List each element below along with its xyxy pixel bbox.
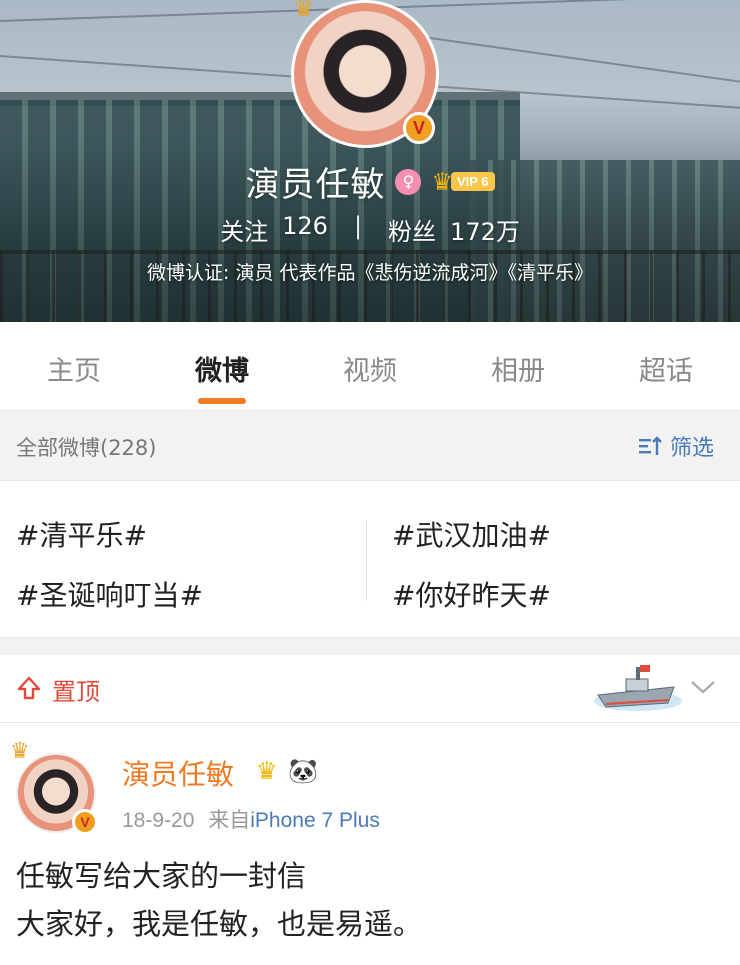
profile-tabs: 主页 微博 视频 相册 超话 [0, 322, 740, 410]
post-text-line: 任敏写给大家的一封信 [16, 859, 307, 893]
post-meta: 18-9-20 来自iPhone 7 Plus [122, 804, 380, 834]
followers-label: 粉丝 [388, 218, 437, 246]
followers-stat[interactable]: 粉丝 172万 [388, 212, 520, 247]
topic-item[interactable]: #武汉加油# [392, 514, 551, 554]
stats-separator: | [353, 212, 363, 240]
stats-row: 关注 126 | 粉丝 172万 [0, 212, 740, 247]
section-divider [0, 637, 740, 655]
tab-weibo[interactable]: 微博 [148, 322, 296, 410]
post-card: ♛ V 演员任敏 ♛ 🐼 18-9-20 来自iPhone 7 Plus 任敏写… [0, 723, 740, 965]
tab-video[interactable]: 视频 [296, 322, 444, 410]
vip-level: VIP 6 [450, 172, 495, 191]
topic-item[interactable]: #圣诞响叮当# [16, 574, 203, 614]
vip-crown-icon: ♛ [256, 757, 278, 785]
panda-icon: 🐼 [288, 757, 318, 785]
crown-icon: ♛ [10, 739, 30, 764]
profile-name: 演员任敏 [245, 165, 386, 205]
topic-grid: #清平乐# #武汉加油# #圣诞响叮当# #你好昨天# [0, 481, 740, 637]
topics-divider [366, 521, 367, 601]
following-stat[interactable]: 关注 126 [220, 212, 328, 247]
post-source-prefix: 来自 [208, 809, 251, 832]
post-text-line: 大家好，我是任敏，也是易遥。 [16, 907, 423, 941]
filter-button[interactable]: 筛选 [638, 430, 714, 462]
vip-crown-icon: ♛ [431, 167, 453, 196]
verified-icon: V [72, 809, 98, 835]
verification-text: 微博认证: 演员 代表作品《悲伤逆流成河》《清平乐》 [147, 262, 593, 284]
post-count-label: 全部微博(228) [16, 436, 157, 460]
tab-album[interactable]: 相册 [444, 322, 592, 410]
followers-count: 172万 [450, 218, 520, 246]
profile-header: ♛ V 演员任敏 ♀ ♛ VIP 6 关注 126 | 粉丝 172万 微博认证… [0, 0, 740, 322]
filter-label: 筛选 [669, 436, 714, 461]
following-label: 关注 [220, 218, 269, 246]
filter-icon [638, 436, 662, 455]
vip-badge[interactable]: ♛ VIP 6 [431, 167, 495, 196]
tab-home[interactable]: 主页 [0, 322, 148, 410]
tab-supertopic[interactable]: 超话 [592, 322, 740, 410]
post-avatar[interactable]: ♛ V [10, 739, 98, 835]
post-source[interactable]: iPhone 7 Plus [250, 809, 380, 832]
post-date: 18-9-20 [122, 809, 195, 832]
topic-item[interactable]: #你好昨天# [392, 574, 551, 614]
post-author[interactable]: 演员任敏 [122, 753, 234, 793]
gender-female-icon: ♀ [395, 168, 422, 195]
ship-icon [594, 665, 682, 711]
filter-bar: 全部微博(228) 筛选 [0, 410, 740, 481]
pinned-bar: 置顶 [0, 655, 740, 723]
pinned-label: 置顶 [52, 678, 100, 706]
profile-avatar[interactable]: ♛ V [291, 0, 439, 148]
topic-item[interactable]: #清平乐# [16, 514, 147, 554]
pin-top-icon [17, 676, 41, 700]
chevron-down-icon[interactable] [690, 677, 716, 697]
verified-icon: V [403, 112, 435, 144]
following-count: 126 [282, 212, 328, 240]
name-row: 演员任敏 ♀ ♛ VIP 6 [0, 157, 740, 206]
crown-icon: ♛ [293, 0, 315, 22]
